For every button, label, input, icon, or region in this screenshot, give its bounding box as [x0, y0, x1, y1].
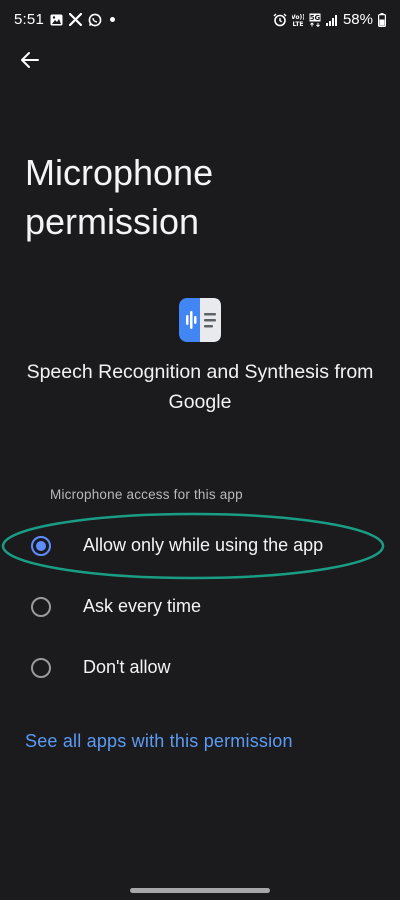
section-label: Microphone access for this app	[50, 487, 243, 502]
option-allow-while-using[interactable]: Allow only while using the app	[0, 520, 400, 572]
status-time: 5:51	[14, 11, 44, 28]
whatsapp-icon	[88, 13, 102, 27]
x-app-icon	[69, 13, 82, 26]
speech-services-icon	[179, 298, 221, 342]
battery-icon	[378, 12, 386, 27]
option-ask-every-time[interactable]: Ask every time	[0, 581, 400, 633]
status-bar-left: 5:51	[14, 11, 115, 28]
radio-unselected-icon[interactable]	[31, 597, 51, 617]
volte-icon: Vo))LTE	[292, 13, 304, 27]
status-bar: 5:51 Vo))LTE 5G 58%	[0, 0, 400, 40]
option-label: Don't allow	[83, 657, 171, 677]
gesture-nav-handle[interactable]	[130, 888, 270, 893]
option-dont-allow[interactable]: Don't allow	[0, 642, 400, 694]
radio-selected-icon[interactable]	[31, 536, 51, 556]
5g-icon: 5G	[309, 13, 321, 27]
signal-icon	[325, 14, 338, 26]
status-bar-right: Vo))LTE 5G 58%	[273, 11, 386, 28]
arrow-left-icon	[21, 52, 39, 68]
svg-text:5G: 5G	[310, 14, 321, 22]
svg-text:LTE: LTE	[292, 21, 303, 27]
see-all-apps-link[interactable]: See all apps with this permission	[25, 731, 293, 752]
option-label: Ask every time	[83, 596, 202, 616]
app-name: Speech Recognition and Synthesis from Go…	[26, 361, 374, 413]
option-label: Allow only while using the app	[83, 535, 324, 555]
back-button[interactable]	[14, 46, 46, 74]
svg-text:Vo)): Vo))	[292, 14, 304, 21]
gallery-icon	[50, 14, 63, 26]
page-title: Microphone permission	[25, 152, 214, 242]
battery-percent: 58%	[342, 11, 373, 28]
alarm-icon	[273, 13, 287, 27]
radio-unselected-icon[interactable]	[31, 658, 51, 678]
notification-dot-icon	[110, 17, 115, 22]
